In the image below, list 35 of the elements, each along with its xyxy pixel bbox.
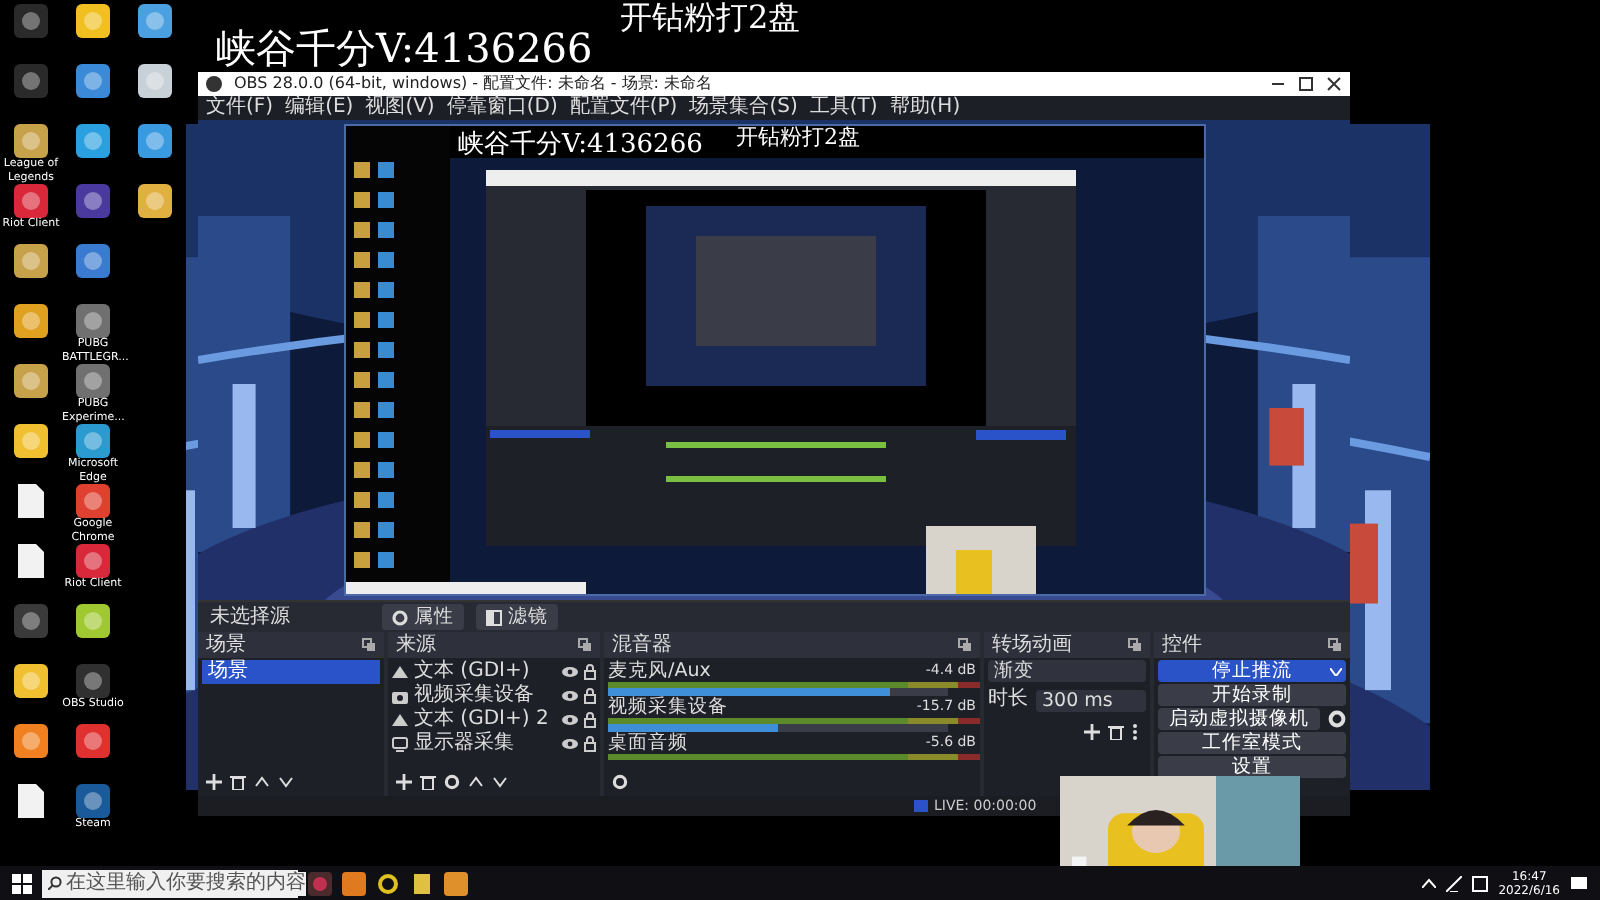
control-button[interactable]: 工作室模式 — [1158, 732, 1346, 754]
toolbar-button[interactable]: 滤镜 — [476, 604, 558, 630]
menu-item[interactable]: 视图(V) — [365, 96, 435, 120]
overlay-text: 峡谷千分V:4136266 — [216, 28, 593, 68]
menu-item[interactable]: 停靠窗口(D) — [446, 96, 558, 120]
scene-item[interactable]: 场景 — [202, 660, 380, 684]
panel-title: 来源 — [396, 633, 436, 657]
source-item[interactable]: 视频采集设备 — [414, 684, 556, 708]
menu-item[interactable]: 编辑(E) — [285, 96, 354, 120]
menu-item[interactable]: 帮助(H) — [889, 96, 961, 120]
channel-name: 桌面音频 — [608, 732, 688, 754]
menu-item[interactable]: 工具(T) — [809, 96, 878, 120]
menu-item[interactable]: 场景集合(S) — [689, 96, 798, 120]
channel-name: 视频采集设备 — [608, 696, 728, 718]
source-item[interactable]: 显示器采集 — [414, 732, 556, 756]
menu-item[interactable]: 配置文件(P) — [569, 96, 678, 120]
transition-select[interactable]: 渐变 — [988, 660, 1146, 682]
control-button[interactable]: 停止推流 — [1158, 660, 1346, 682]
control-button[interactable]: 启动虚拟摄像机 — [1158, 708, 1320, 730]
panel-title: 场景 — [206, 633, 246, 657]
panel-title: 混音器 — [612, 633, 672, 657]
duration-field[interactable]: 300 ms — [1036, 689, 1146, 711]
window-title: OBS 28.0.0 (64-bit, windows) - 配置文件: 未命名 - 场景: 未命名 — [234, 72, 715, 95]
duration-label: 时长 — [988, 688, 1028, 712]
control-button[interactable]: 设置 — [1158, 756, 1346, 778]
menu-item[interactable]: 文件(F) — [206, 96, 274, 120]
no-source-label: 未选择源 — [210, 605, 290, 629]
source-item[interactable]: 文本 (GDI+) 2 — [414, 708, 556, 732]
panel-title: 转场动画 — [992, 633, 1072, 657]
panel-title: 控件 — [1162, 633, 1202, 657]
toolbar-button[interactable]: 属性 — [382, 604, 464, 630]
channel-name: 麦克风/Aux — [608, 660, 711, 682]
overlay-text: 开钻粉打2盘 — [620, 2, 801, 34]
source-item[interactable]: 文本 (GDI+) — [414, 660, 556, 684]
control-button[interactable]: 开始录制 — [1158, 684, 1346, 706]
